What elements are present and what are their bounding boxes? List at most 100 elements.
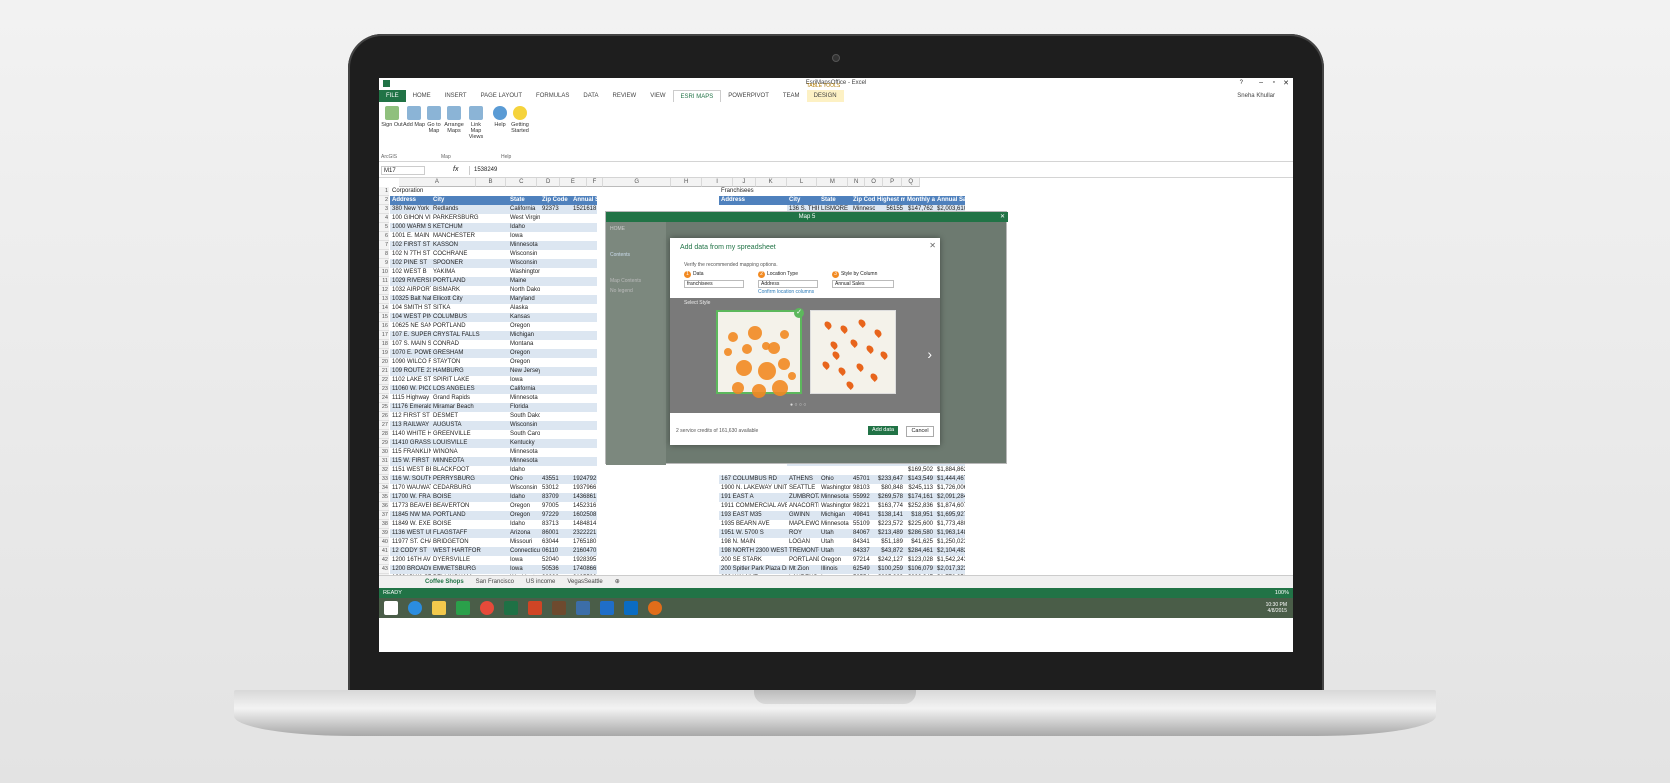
left-table-cell[interactable] bbox=[571, 421, 597, 430]
column-header[interactable]: I bbox=[702, 178, 733, 187]
right-table-cell[interactable]: GWINN bbox=[787, 511, 819, 520]
left-table-cell[interactable]: 104 WEST PINE bbox=[390, 313, 431, 322]
right-table-cell[interactable]: Minnesota bbox=[819, 520, 851, 529]
left-table-cell[interactable]: 100 GIHON VILLAGE SHOPPING CTR bbox=[390, 214, 431, 223]
row-header[interactable]: 9 bbox=[379, 259, 389, 268]
contents-label[interactable]: Contents bbox=[610, 252, 630, 258]
left-table-cell[interactable] bbox=[571, 286, 597, 295]
right-table-cell[interactable]: $284,461 bbox=[905, 547, 935, 556]
left-table-cell[interactable]: 1765180 bbox=[571, 538, 597, 547]
left-table-cell[interactable]: Ellicott City bbox=[431, 295, 508, 304]
left-table-cell[interactable]: 1436861 bbox=[571, 493, 597, 502]
left-table-cell[interactable]: 1937966 bbox=[571, 484, 597, 493]
tab-insert[interactable]: INSERT bbox=[438, 90, 474, 102]
left-table-cell[interactable]: STAYTON bbox=[431, 358, 508, 367]
row-header[interactable]: 43 bbox=[379, 565, 389, 574]
row-header[interactable]: 34 bbox=[379, 484, 389, 493]
left-table-cell[interactable]: Redlands bbox=[431, 205, 508, 214]
row-header[interactable]: 4 bbox=[379, 214, 389, 223]
left-table-cell[interactable]: Grand Rapids bbox=[431, 394, 508, 403]
chrome-icon[interactable] bbox=[480, 601, 494, 615]
left-table-cell[interactable]: 107 S. MAIN ST bbox=[390, 340, 431, 349]
left-table-cell[interactable]: BLACKFOOT bbox=[431, 466, 508, 475]
left-table-cell[interactable]: Minnesota bbox=[508, 457, 540, 466]
right-table-cell[interactable]: $18,951 bbox=[905, 511, 935, 520]
left-table-cell[interactable]: GRESHAM bbox=[431, 349, 508, 358]
left-table-cell[interactable] bbox=[571, 430, 597, 439]
left-table-cell[interactable]: Wisconsin bbox=[508, 484, 540, 493]
left-table-cell[interactable] bbox=[571, 295, 597, 304]
right-table-cell[interactable]: $252,836 bbox=[905, 502, 935, 511]
left-table-cell[interactable]: 2322221 bbox=[571, 529, 597, 538]
left-table-cell[interactable] bbox=[571, 241, 597, 250]
right-table-cell[interactable]: Mt Zion bbox=[787, 565, 819, 574]
row-header[interactable]: 27 bbox=[379, 421, 389, 430]
left-table-cell[interactable]: Wisconsin bbox=[508, 259, 540, 268]
fx-icon[interactable]: fx bbox=[453, 166, 458, 173]
left-table-cell[interactable] bbox=[571, 376, 597, 385]
row-header[interactable]: 13 bbox=[379, 295, 389, 304]
left-table-cell[interactable] bbox=[540, 385, 571, 394]
left-table-cell[interactable]: 1200 BROADWAY bbox=[390, 565, 431, 574]
left-table-cell[interactable]: California bbox=[508, 385, 540, 394]
left-table-cell[interactable]: Idaho bbox=[508, 466, 540, 475]
left-table-cell[interactable] bbox=[540, 214, 571, 223]
right-table-cell[interactable]: $123,028 bbox=[905, 556, 935, 565]
left-table-cell[interactable]: BISMARK bbox=[431, 286, 508, 295]
left-table-cell[interactable]: BOISE bbox=[431, 520, 508, 529]
left-table-cell[interactable]: Iowa bbox=[508, 232, 540, 241]
left-table-cell[interactable]: PORTLAND bbox=[431, 511, 508, 520]
right-table-header[interactable]: Address bbox=[719, 196, 787, 205]
right-table-cell[interactable]: 193 EAST M35 bbox=[719, 511, 787, 520]
left-table-cell[interactable] bbox=[540, 277, 571, 286]
left-table-cell[interactable] bbox=[571, 259, 597, 268]
right-table-cell[interactable]: 62549 bbox=[851, 565, 875, 574]
tab-view[interactable]: VIEW bbox=[643, 90, 672, 102]
column-header[interactable]: C bbox=[506, 178, 538, 187]
right-table-cell[interactable]: $1,963,148 bbox=[935, 529, 965, 538]
left-table-cell[interactable] bbox=[571, 367, 597, 376]
sheet-tab-vegas-seattle[interactable]: VegasSeattle bbox=[561, 576, 608, 589]
left-table-cell[interactable]: COLUMBUS bbox=[431, 313, 508, 322]
left-table-cell[interactable]: Michigan bbox=[508, 331, 540, 340]
left-table-cell[interactable]: 1924792 bbox=[571, 475, 597, 484]
pin-style-thumbnail[interactable] bbox=[810, 310, 896, 394]
column-header[interactable]: D bbox=[537, 178, 560, 187]
maximize-icon[interactable]: ▫ bbox=[1273, 79, 1275, 86]
left-table-header[interactable]: Zip Code bbox=[540, 196, 571, 205]
row-header[interactable]: 16 bbox=[379, 322, 389, 331]
left-table-cell[interactable]: 11410 GRASSY PKWY bbox=[390, 439, 431, 448]
left-table-cell[interactable] bbox=[540, 349, 571, 358]
left-table-cell[interactable]: Minnesota bbox=[508, 241, 540, 250]
explorer-icon[interactable] bbox=[432, 601, 446, 615]
right-table-cell[interactable]: 97214 bbox=[851, 556, 875, 565]
right-table-cell[interactable]: 1951 W. 5700 S bbox=[719, 529, 787, 538]
left-table-cell[interactable]: South Dakota bbox=[508, 412, 540, 421]
help-icon[interactable]: ? bbox=[1240, 80, 1243, 86]
row-header[interactable]: 7 bbox=[379, 241, 389, 250]
left-table-cell[interactable] bbox=[571, 349, 597, 358]
column-header[interactable]: O bbox=[864, 178, 884, 187]
left-table-cell[interactable]: 52040 bbox=[540, 556, 571, 565]
tab-esri-maps[interactable]: ESRI MAPS bbox=[672, 89, 722, 103]
right-table-cell[interactable]: 45701 bbox=[851, 475, 875, 484]
left-table-cell[interactable]: 107 E. SUPERIOR bbox=[390, 331, 431, 340]
excel-taskbar-icon[interactable] bbox=[504, 601, 518, 615]
left-table-cell[interactable] bbox=[540, 439, 571, 448]
left-table-cell[interactable]: 1928395 bbox=[571, 556, 597, 565]
left-table-cell[interactable]: Maine bbox=[508, 277, 540, 286]
right-table-cell[interactable]: $233,647 bbox=[875, 475, 905, 484]
right-table-cell[interactable]: ANACORTES bbox=[787, 502, 819, 511]
right-table-cell[interactable]: Michigan bbox=[819, 511, 851, 520]
right-table-cell[interactable]: Washington bbox=[819, 484, 851, 493]
row-header[interactable]: 33 bbox=[379, 475, 389, 484]
left-table-cell[interactable] bbox=[540, 394, 571, 403]
left-table-cell[interactable]: Montana bbox=[508, 340, 540, 349]
right-table-cell[interactable]: $174,161 bbox=[905, 493, 935, 502]
getting-started-button[interactable]: Getting Started bbox=[509, 106, 531, 134]
left-table-cell[interactable] bbox=[540, 457, 571, 466]
sign-out-button[interactable]: Sign Out bbox=[381, 106, 403, 128]
left-table-cell[interactable]: 1200 16TH AVE NE bbox=[390, 556, 431, 565]
left-table-cell[interactable] bbox=[540, 268, 571, 277]
left-table-cell[interactable] bbox=[571, 457, 597, 466]
